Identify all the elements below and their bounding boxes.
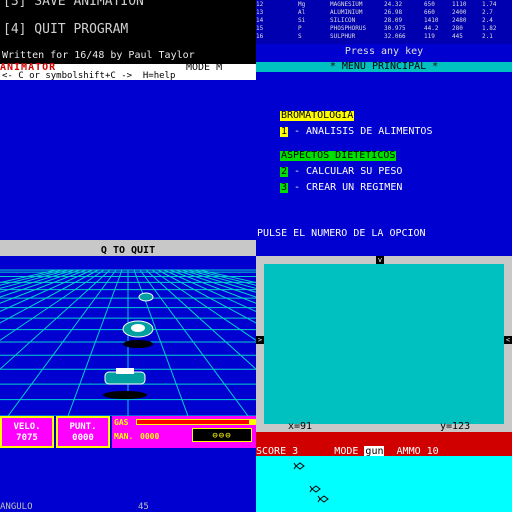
gun-game-screen: v > < x=91 y=123 SCORE 3 MODE gun AMMO 1…: [256, 240, 512, 512]
score-value: 0000: [72, 433, 94, 443]
gas-fill: [137, 420, 250, 424]
racing-track-view: [0, 269, 256, 416]
category-aspectos: ASPECTOS DIETETICOS: [280, 150, 397, 161]
option-number: 1: [280, 126, 288, 137]
fish-sprites: [293, 462, 329, 503]
opponent-car: [138, 292, 154, 302]
save-animation-option[interactable]: [3] SAVE ANIMATION: [3, 0, 144, 9]
velocity-value: 7075: [16, 433, 38, 443]
element-row: 12 Mg MAGNESIUM 24.32 650 1110 1.74: [256, 1, 497, 8]
scroll-left-icon[interactable]: <: [504, 336, 512, 344]
element-table: 12 Mg MAGNESIUM 24.32 650 1110 1.74 13 Al ALUMIN…: [256, 0, 512, 44]
angle-readout: ANGULO 45: [0, 502, 256, 512]
fish-icon: [293, 462, 305, 470]
play-field[interactable]: [264, 264, 504, 424]
press-any-key-prompt: Press any key: [344, 46, 424, 57]
element-row: 14 Si SILICON 28.09 1410 2480 2.4: [256, 17, 493, 24]
element-row: 13 Al ALUMINIUM 26.98 660 2400 2.7: [256, 9, 493, 16]
option-prompt: PULSE EL NUMERO DE LA OPCION: [257, 228, 426, 239]
racing-screen: Q TO QUIT VELO. 7075 PUNT. 0000 GAS MAN.…: [0, 240, 256, 512]
gas-bar: [136, 419, 256, 425]
option-number: 2: [280, 166, 288, 177]
velocity-box: VELO. 7075: [0, 416, 54, 448]
help-line: <- C or symbolshift+C -> H=help: [0, 72, 256, 81]
animation-menu-screen: [3] SAVE ANIMATION [4] QUIT PROGRAM Writ…: [0, 0, 256, 240]
option-label: - CALCULAR SU PESO: [294, 166, 403, 177]
velocity-label: VELO.: [13, 422, 41, 432]
option-analisis[interactable]: 1 - ANALISIS DE ALIMENTOS: [280, 127, 432, 137]
lives-indicator: ⊖⊖⊖: [192, 428, 252, 442]
option-label: - ANALISIS DE ALIMENTOS: [294, 126, 433, 137]
gas-label: GAS: [114, 418, 129, 427]
angle-label: ANGULO: [0, 502, 33, 512]
man-value: 0000: [140, 432, 160, 441]
score-label: PUNT.: [69, 422, 97, 432]
mid-car: [122, 320, 154, 348]
fish-icon: [309, 485, 321, 493]
option-crear-regimen[interactable]: 3 - CREAR UN REGIMEN: [280, 183, 402, 193]
scroll-down-icon[interactable]: v: [376, 256, 384, 264]
y-readout: y=123: [440, 421, 471, 432]
option-calcular-peso[interactable]: 2 - CALCULAR SU PESO: [280, 167, 402, 177]
angle-value: 45: [138, 502, 149, 512]
quit-program-option[interactable]: [4] QUIT PROGRAM: [3, 22, 128, 37]
score-box: PUNT. 0000: [56, 416, 110, 448]
element-row: 15 P PHOSPHORUS 30.975 44.2 280 1.82: [256, 25, 497, 32]
quit-hint: Q TO QUIT: [0, 240, 256, 256]
option-label: - CREAR UN REGIMEN: [294, 182, 403, 193]
element-row: 16 S SULPHUR 32.066 119 445 2.1: [256, 33, 493, 40]
category-bromatologia: BROMATOLOGIA: [280, 110, 355, 121]
gas-panel: GAS MAN. 0000 ⊖⊖⊖: [112, 416, 256, 448]
man-label: MAN.: [114, 432, 134, 441]
x-readout: x=91: [288, 421, 313, 432]
option-number: 3: [280, 182, 288, 193]
menu-title-bar: * MENU PRINCIPAL *: [256, 62, 512, 72]
player-car: [103, 368, 147, 399]
scroll-right-icon[interactable]: >: [256, 336, 264, 344]
fish-icon: [317, 495, 329, 503]
water-area: [256, 456, 512, 512]
diet-menu-screen: 12 Mg MAGNESIUM 24.32 650 1110 1.74 13 Al ALUMIN…: [256, 0, 512, 240]
coordinate-readout: x=91 y=123: [256, 422, 512, 432]
